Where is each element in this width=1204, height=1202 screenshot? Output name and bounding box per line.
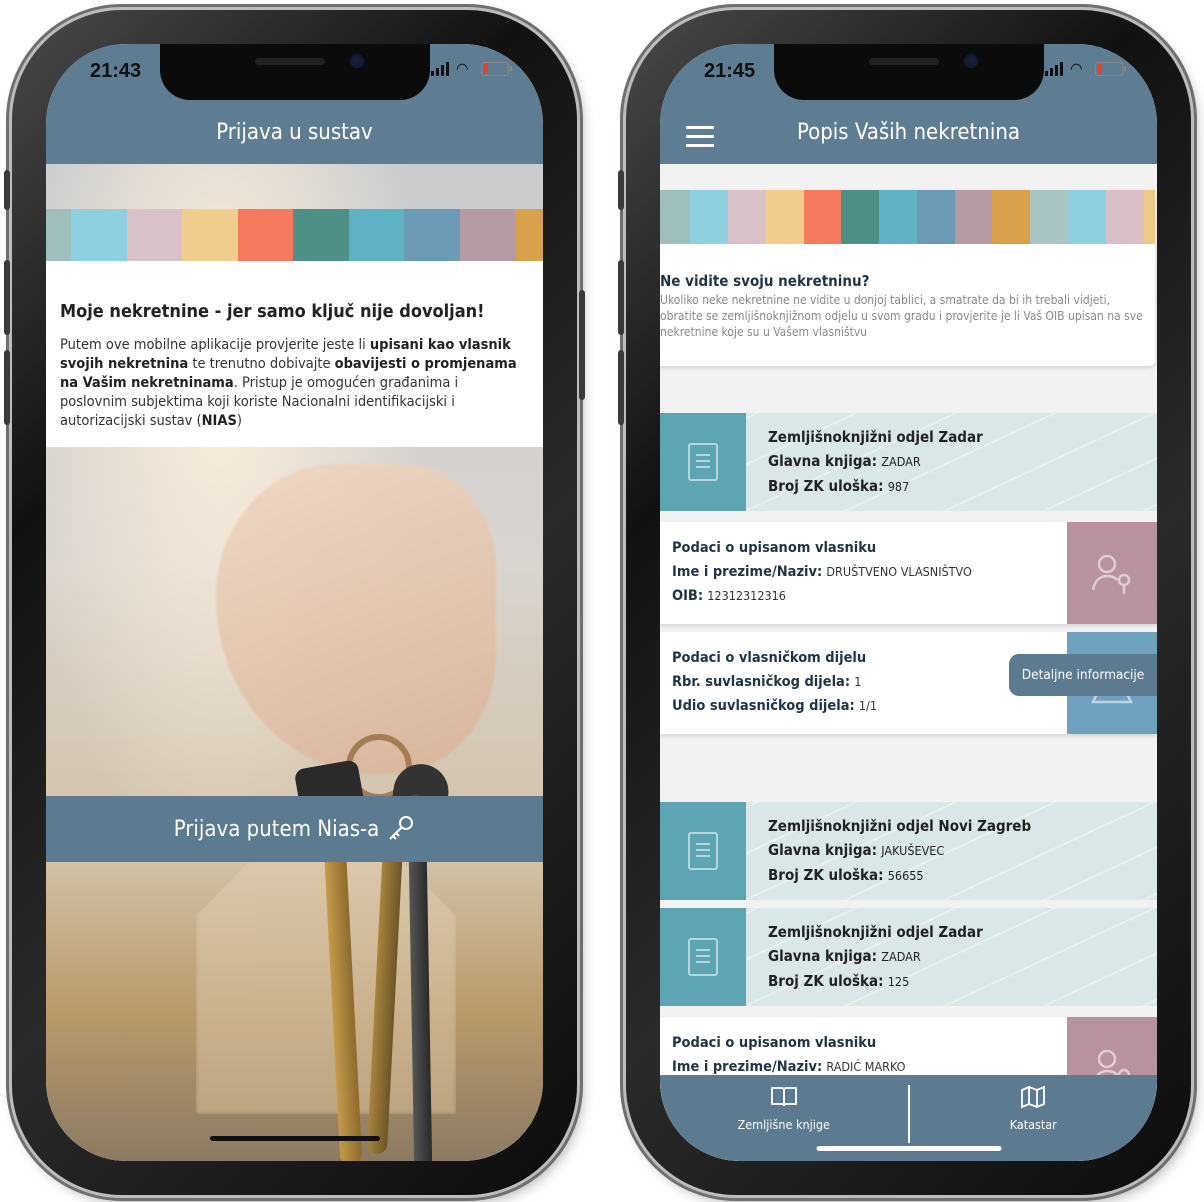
book-icon (688, 443, 718, 481)
land-book-icon-box (660, 802, 746, 900)
page-title: Popis Vaših nekretnina (796, 120, 1021, 145)
login-button-label: Prijava putem Nias-a (173, 816, 380, 842)
color-stripe-banner (46, 209, 543, 261)
home-indicator[interactable] (209, 1136, 380, 1141)
hand-image (216, 464, 496, 774)
record-text: Zemljišnoknjižni odjel Zadar Glavna knji… (768, 923, 983, 990)
intro-text: Putem ove mobilne aplikacije provjerite … (60, 337, 517, 429)
book-icon (688, 832, 718, 870)
notice-heading: Ne vidite svoju nekretninu? (660, 272, 870, 290)
missing-property-notice: Ne vidite svoju nekretninu? Ukoliko neke… (660, 190, 1155, 366)
screen-login: 21:43 ◠ Prijava u sustav Moje nekretnine… (46, 44, 543, 1161)
phone-frame-left: 21:43 ◠ Prijava u sustav Moje nekretnine… (4, 10, 585, 1195)
tab-cadastre-label: Katastar (1009, 1117, 1057, 1132)
intro-card: Moje nekretnine - jer samo ključ nije do… (46, 209, 543, 447)
power-button (579, 290, 585, 400)
person-key-icon (1091, 554, 1131, 594)
phone-frame-right: 21:45 ◠ Popis Vaših nekretnina Ne vidite… (618, 10, 1191, 1195)
battery-icon (481, 62, 512, 76)
volume-down-button (4, 350, 10, 425)
record-text: Zemljišnoknjižni odjel Novi Zagreb Glavn… (768, 817, 1032, 884)
wifi-icon: ◠ (456, 59, 469, 78)
land-book-record[interactable]: Zemljišnoknjižni odjel Zadar Glavna knji… (660, 908, 1157, 1006)
volume-up-button (4, 260, 10, 335)
key-icon (389, 816, 414, 840)
map-icon (1021, 1085, 1046, 1109)
book-open-icon (770, 1087, 797, 1107)
land-book-icon-box (660, 908, 746, 1006)
book-icon (688, 938, 718, 976)
land-book-record[interactable]: Zemljišnoknjižni odjel Zadar Glavna knji… (660, 413, 1157, 511)
volume-down-button (618, 350, 624, 425)
home-indicator[interactable] (816, 1146, 1001, 1151)
page-title: Prijava u sustav (216, 120, 373, 145)
tab-land-books-label: Zemljišne knjige (737, 1117, 830, 1132)
mute-switch (4, 170, 10, 210)
volume-up-button (618, 260, 624, 335)
record-text: Zemljišnoknjižni odjel Zadar Glavna knji… (768, 428, 983, 495)
screen-property-list: 21:45 ◠ Popis Vaših nekretnina Ne vidite… (660, 44, 1157, 1161)
nias-login-button[interactable]: Prijava putem Nias-a (46, 796, 543, 862)
battery-icon (1095, 62, 1126, 76)
detail-info-button[interactable]: Detaljne informacije (1009, 654, 1157, 696)
owner-details[interactable]: Podaci o upisanom vlasniku Ime i prezime… (660, 522, 1157, 624)
status-bar: 21:45 ◠ (660, 44, 1157, 100)
intro-heading: Moje nekretnine - jer samo ključ nije do… (60, 301, 485, 322)
wifi-icon: ◠ (1070, 59, 1083, 78)
color-stripe-banner (660, 190, 1155, 244)
status-time: 21:43 (90, 60, 142, 82)
mute-switch (618, 170, 624, 210)
notice-text: Ukoliko neke nekretnine ne vidite u donj… (660, 293, 1143, 339)
signal-icon (431, 62, 449, 76)
status-time: 21:45 (704, 60, 756, 82)
status-bar: 21:43 ◠ (46, 44, 543, 100)
land-book-record[interactable]: Zemljišnoknjižni odjel Novi Zagreb Glavn… (660, 802, 1157, 900)
land-book-icon-box (660, 413, 746, 511)
owner-icon-box (1067, 522, 1157, 624)
signal-icon (1045, 62, 1063, 76)
